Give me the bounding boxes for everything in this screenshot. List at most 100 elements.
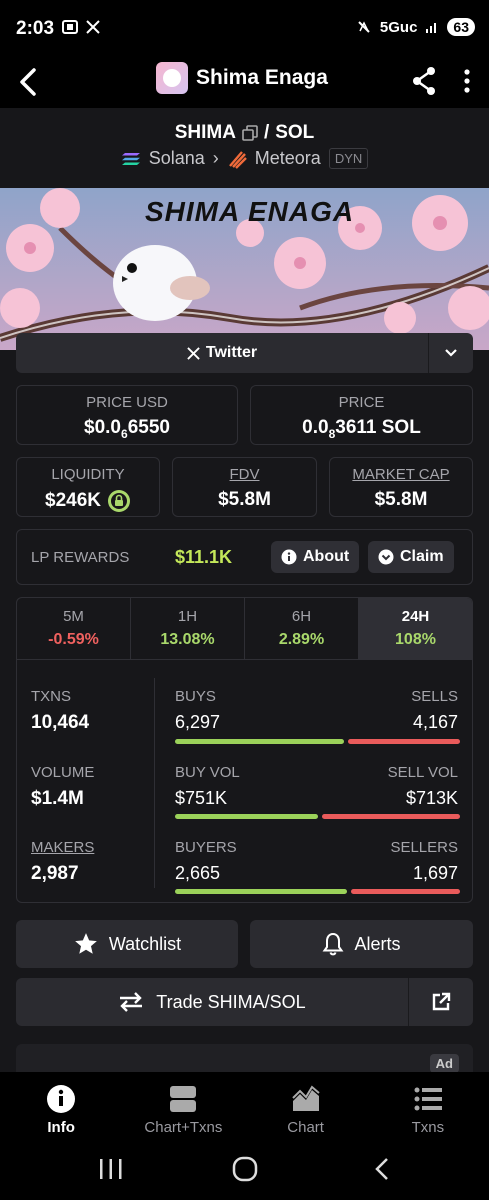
solana-icon: [121, 152, 140, 165]
trade-bar: Trade SHIMA/SOL: [16, 978, 473, 1026]
market-cap-card[interactable]: MARKET CAP $5.8M: [329, 457, 473, 517]
twitter-link-bar: Twitter: [16, 333, 473, 373]
lp-rewards-value: $11.1K: [175, 547, 233, 567]
page-title: Shima Enaga: [196, 66, 328, 89]
buyers-label: BUYERS: [175, 839, 237, 856]
nav-chart-txns[interactable]: Chart+Txns: [122, 1072, 244, 1142]
swap-arrows-icon: [120, 992, 143, 1012]
watchlist-button[interactable]: Watchlist: [16, 920, 238, 968]
buy-vol-label: BUY VOL: [175, 764, 240, 781]
price-usd-card: PRICE USD $0.066550: [16, 385, 238, 445]
meteora-icon: [228, 150, 247, 169]
fdv-value: $5.8M: [218, 489, 271, 510]
claim-button[interactable]: Claim: [368, 541, 454, 573]
bell-icon: [323, 932, 344, 956]
ad-badge: Ad: [429, 1054, 459, 1072]
nav-chart[interactable]: Chart: [245, 1072, 367, 1142]
copy-icon[interactable]: [242, 125, 258, 141]
socials-dropdown-button[interactable]: [428, 333, 473, 373]
sellers-label: SELLERS: [390, 839, 458, 856]
back-arrow-icon[interactable]: [14, 64, 44, 100]
nav-info[interactable]: Info: [0, 1072, 122, 1142]
timeframe-tabs: 5M -0.59% 1H 13.08% 6H 2.89% 24H 108%: [17, 598, 472, 660]
banner-title: SHIMA ENAGA: [145, 196, 355, 227]
trade-button[interactable]: Trade SHIMA/SOL: [16, 978, 408, 1026]
buy-vol-bar: [175, 814, 318, 819]
market-cap-label: MARKET CAP: [352, 466, 450, 483]
external-link-icon: [432, 992, 451, 1011]
info-icon: [281, 549, 297, 565]
price-native-card: PRICE 0.083611 SOL: [250, 385, 473, 445]
txns-value: 10,464: [31, 712, 90, 733]
twitter-label: Twitter: [205, 344, 258, 361]
x-notification-icon: [86, 20, 100, 34]
trading-stats-card: 5M -0.59% 1H 13.08% 6H 2.89% 24H 108% TX…: [16, 597, 473, 903]
bottom-nav: Info Chart+Txns Chart Txns: [0, 1072, 489, 1142]
volume-value: $1.4M: [31, 788, 84, 809]
quote-symbol: SOL: [275, 122, 315, 143]
price-native-value: 0.083611 SOL: [302, 417, 421, 441]
status-time: 2:03: [16, 18, 55, 39]
base-symbol: SHIMA: [174, 122, 236, 143]
nav-txns[interactable]: Txns: [367, 1072, 489, 1142]
about-button[interactable]: About: [271, 541, 360, 573]
info-icon: [47, 1085, 76, 1113]
sells-value: 4,167: [412, 712, 458, 732]
back-nav-icon[interactable]: [368, 1156, 398, 1182]
sell-vol-bar: [322, 814, 460, 819]
system-nav-bar: [0, 1142, 489, 1200]
alerts-button[interactable]: Alerts: [250, 920, 473, 968]
battery-indicator: 63: [447, 18, 475, 36]
tab-1h[interactable]: 1H 13.08%: [131, 598, 245, 659]
network-label: 5Guc: [379, 18, 418, 36]
dex-name[interactable]: Meteora: [255, 148, 321, 169]
makers-label[interactable]: MAKERS: [31, 839, 94, 856]
buyers-bar: [175, 889, 347, 894]
change-24h: 108%: [395, 631, 436, 648]
lock-icon[interactable]: [107, 489, 131, 513]
tab-5m[interactable]: 5M -0.59%: [17, 598, 131, 659]
buys-label: BUYS: [175, 688, 216, 705]
chevron-circle-icon: [378, 549, 394, 565]
tab-24h[interactable]: 24H 108%: [359, 598, 472, 659]
buy-vol-value: $751K: [175, 788, 228, 808]
change-1h: 13.08%: [160, 631, 215, 648]
app-header: Shima Enaga: [0, 58, 489, 108]
star-icon: [74, 933, 97, 954]
chart-txns-icon: [170, 1086, 197, 1112]
fdv-card[interactable]: FDV $5.8M: [172, 457, 317, 517]
change-6h: 2.89%: [278, 631, 325, 648]
sell-vol-value: $713K: [405, 788, 458, 808]
token-avatar: [156, 62, 188, 94]
market-cap-value: $5.8M: [374, 489, 428, 510]
home-icon[interactable]: [230, 1156, 260, 1182]
price-usd-label: PRICE USD: [86, 394, 168, 411]
change-5m: -0.59%: [48, 631, 99, 648]
chevron-right-icon: ›: [212, 148, 219, 168]
liquidity-label: LIQUIDITY: [51, 466, 125, 483]
list-icon: [414, 1087, 442, 1111]
status-bar: 2:03 5Guc 63: [0, 0, 489, 58]
recent-apps-icon[interactable]: [96, 1156, 126, 1182]
price-native-label: PRICE: [338, 394, 385, 411]
token-banner-image: SHIMA ENAGA: [0, 188, 489, 350]
share-icon[interactable]: [409, 64, 439, 98]
token-info-panel: SHIMA / SOL Solana › Meteora DYN SHIMA E…: [0, 108, 489, 1072]
pair-separator: /: [263, 122, 270, 143]
volume-label: VOLUME: [31, 764, 95, 781]
sellers-bar: [351, 889, 460, 894]
chevron-down-icon: [445, 349, 457, 357]
sell-vol-label: SELL VOL: [387, 764, 458, 781]
twitter-button[interactable]: Twitter: [16, 333, 428, 373]
chain-name[interactable]: Solana: [149, 148, 205, 169]
buys-bar: [175, 739, 344, 744]
pair-title: SHIMA / SOL: [0, 122, 489, 144]
liquidity-value: $246K: [45, 490, 101, 511]
open-external-button[interactable]: [408, 978, 473, 1026]
tab-6h[interactable]: 6H 2.89%: [245, 598, 359, 659]
more-vertical-icon[interactable]: [459, 64, 475, 98]
chain-dex-line: Solana › Meteora DYN: [0, 148, 489, 169]
area-chart-icon: [291, 1085, 320, 1111]
fdv-label: FDV: [229, 466, 260, 483]
ad-card[interactable]: Ad: [16, 1044, 473, 1072]
